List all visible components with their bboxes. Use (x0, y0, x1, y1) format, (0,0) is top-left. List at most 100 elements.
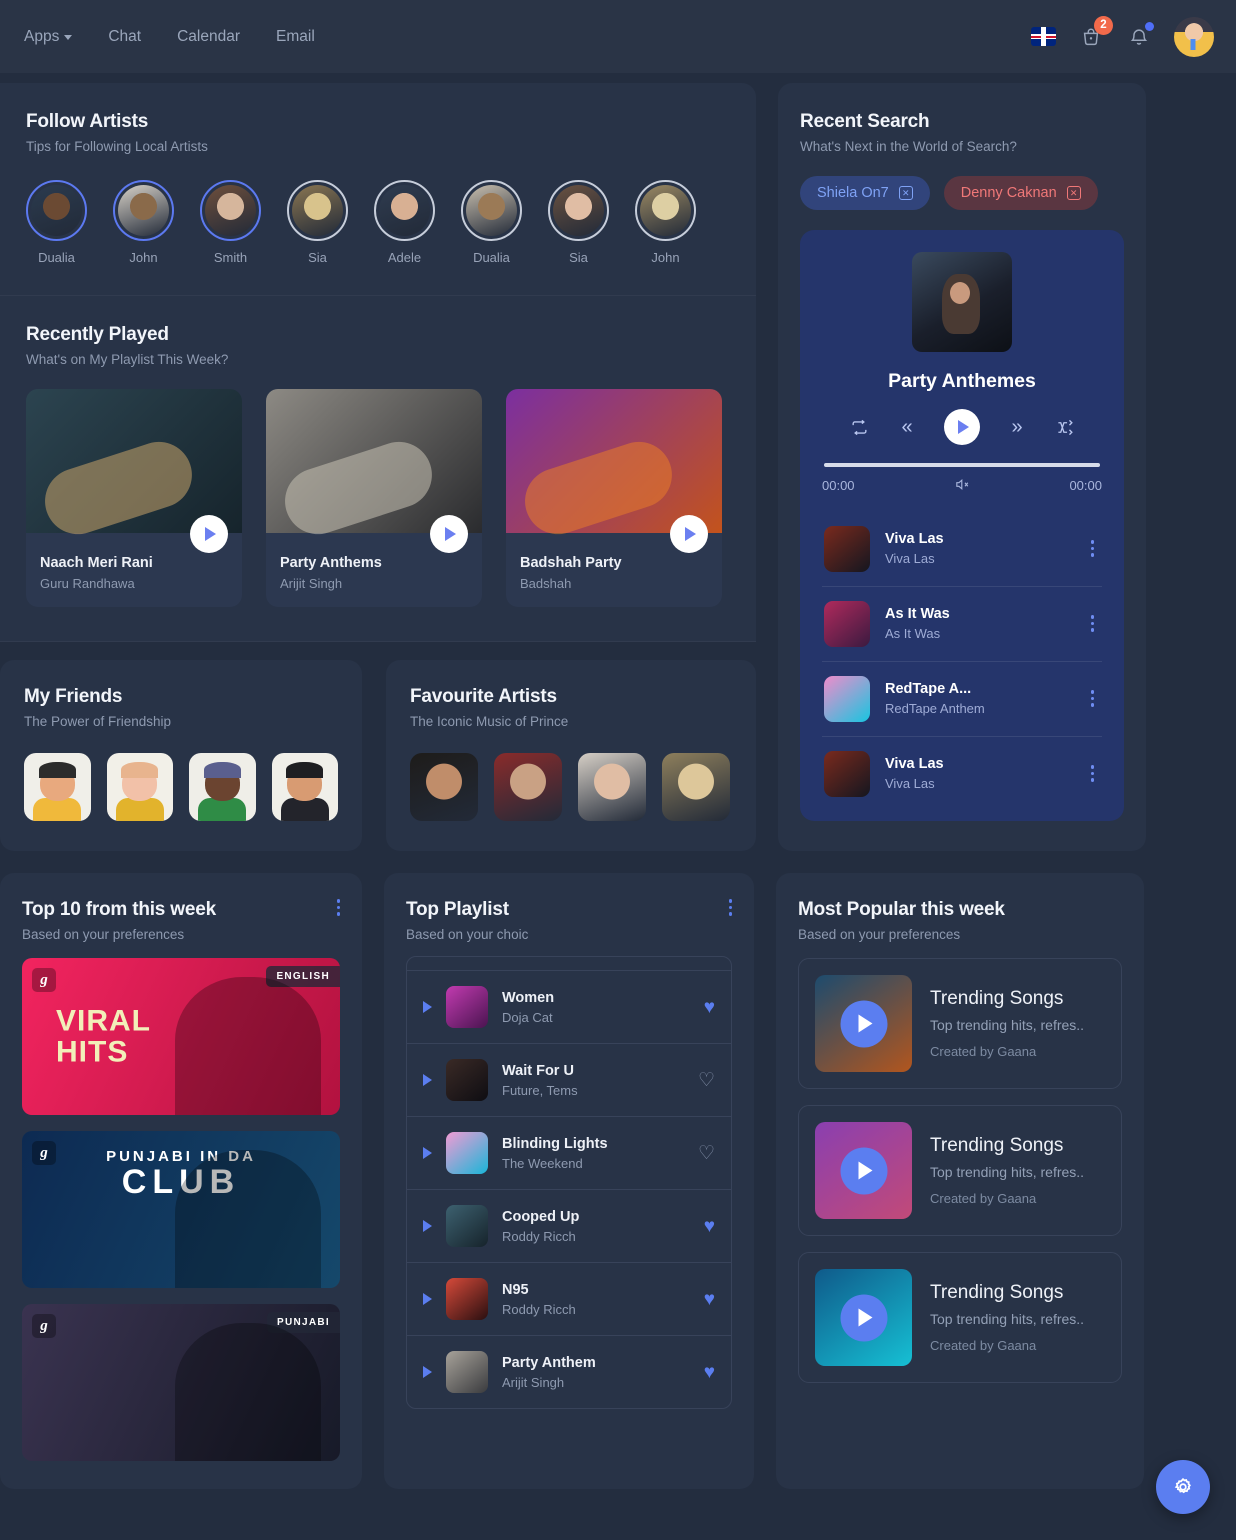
playlist-title: Trending Songs (930, 988, 1064, 1009)
heart-icon[interactable]: ♡ (698, 1071, 715, 1090)
player-track-row[interactable]: Viva Las Viva Las (822, 737, 1102, 811)
next-button[interactable]: » (1006, 416, 1028, 438)
play-icon[interactable] (840, 1147, 887, 1194)
player-times: 00:00 00:00 (822, 476, 1102, 496)
follow-artist-name: Sia (308, 250, 327, 265)
follow-artist-7[interactable]: John (635, 180, 696, 265)
most-popular-item[interactable]: Trending Songs Top trending hits, refres… (798, 958, 1122, 1089)
follow-artist-0[interactable]: Dualia (26, 180, 87, 265)
player-track-row[interactable]: As It Was As It Was (822, 587, 1102, 662)
uk-flag-icon[interactable] (1031, 27, 1056, 46)
top-playlist-row[interactable]: Blinding Lights The Weekend ♡ (407, 1117, 731, 1190)
track-artwork (446, 1278, 488, 1320)
recently-played-card-1[interactable]: Party Anthems Arijit Singh (266, 389, 482, 607)
heart-icon[interactable]: ♥ (704, 998, 715, 1017)
track-artist: Roddy Ricch (502, 1301, 576, 1317)
player-progress-bar[interactable] (824, 463, 1100, 467)
nav-item-calendar-label: Calendar (177, 27, 240, 45)
more-options-icon[interactable] (1090, 765, 1101, 782)
top-playlist-track-list: Women Doja Cat ♥ Wait For U Future, Tems… (406, 956, 732, 1409)
close-icon[interactable]: ✕ (898, 186, 913, 200)
more-options-icon[interactable] (1090, 615, 1101, 632)
repeat-button[interactable] (848, 416, 870, 438)
viral-hits-banner[interactable]: g ENGLISH VIRAL HITS (22, 958, 340, 1115)
user-avatar[interactable] (1174, 16, 1214, 57)
recent-search-chip-1[interactable]: Denny Caknan ✕ (943, 176, 1098, 210)
playlist-artwork (815, 975, 912, 1072)
heart-icon[interactable]: ♥ (704, 1217, 715, 1236)
player-track-row[interactable]: RedTape A... RedTape Anthem (822, 662, 1102, 737)
play-icon[interactable] (423, 1001, 432, 1013)
album-artwork (26, 389, 242, 553)
shuffle-button[interactable] (1054, 416, 1076, 438)
fav-artist-1[interactable] (410, 753, 478, 821)
fav-artist-4[interactable] (662, 753, 730, 821)
play-icon[interactable] (423, 1147, 432, 1159)
play-icon[interactable] (430, 515, 468, 553)
nav-item-chat[interactable]: Chat (90, 20, 159, 54)
follow-artist-1[interactable]: John (113, 180, 174, 265)
track-title: N95 (502, 1281, 529, 1298)
playlist-description: Top trending hits, refres.. (930, 1164, 1085, 1180)
follow-artist-5[interactable]: Dualia (461, 180, 522, 265)
play-icon[interactable] (423, 1366, 432, 1378)
play-icon[interactable] (423, 1074, 432, 1086)
top-playlist-row[interactable]: Party Anthem Arijit Singh ♥ (407, 1336, 731, 1408)
music-dashboard: Apps Chat Calendar Email 2 Follow Artist… (0, 0, 1236, 1540)
recently-played-card-0[interactable]: Naach Meri Rani Guru Randhawa (26, 389, 242, 607)
nav-item-email[interactable]: Email (258, 20, 333, 54)
my-friends-title: My Friends (24, 686, 123, 707)
follow-artist-6[interactable]: Sia (548, 180, 609, 265)
top-playlist-row[interactable]: Wait For U Future, Tems ♡ (407, 1044, 731, 1117)
follow-artist-name: Sia (569, 250, 588, 265)
heart-icon[interactable]: ♡ (698, 1144, 715, 1163)
friend-avatar-3[interactable] (189, 753, 256, 821)
play-icon[interactable] (840, 1000, 887, 1047)
more-options-icon[interactable] (1090, 540, 1101, 557)
notification-bell-icon[interactable] (1126, 21, 1154, 50)
top-playlist-row[interactable]: N95 Roddy Ricch ♥ (407, 1263, 731, 1336)
friend-avatar-1[interactable] (24, 753, 91, 821)
play-icon[interactable] (423, 1220, 432, 1232)
heart-icon[interactable]: ♥ (704, 1363, 715, 1382)
punjabi-banner[interactable]: g PUNJABI (22, 1304, 340, 1461)
punjabi-in-da-club-banner[interactable]: g PUNJABI IN DA CLUB (22, 1131, 340, 1288)
player-track-row[interactable]: Viva Las Viva Las (822, 512, 1102, 587)
volume-muted-icon[interactable] (954, 476, 971, 496)
follow-artist-4[interactable]: Adele (374, 180, 435, 265)
shopping-basket-icon[interactable]: 2 (1078, 15, 1113, 50)
playlist-artwork (815, 1269, 912, 1366)
settings-fab-button[interactable] (1156, 1460, 1210, 1514)
close-icon[interactable]: ✕ (1066, 186, 1081, 200)
heart-icon[interactable]: ♥ (704, 1290, 715, 1309)
fav-artist-2[interactable] (494, 753, 562, 821)
play-icon[interactable] (423, 1293, 432, 1305)
play-icon[interactable] (190, 515, 228, 553)
recently-played-card-2[interactable]: Badshah Party Badshah (506, 389, 722, 607)
play-icon[interactable] (670, 515, 708, 553)
track-title: Women (502, 989, 555, 1006)
previous-button[interactable]: « (896, 416, 918, 438)
most-popular-item[interactable]: Trending Songs Top trending hits, refres… (798, 1105, 1122, 1236)
top-playlist-row[interactable]: Cooped Up Roddy Ricch ♥ (407, 1190, 731, 1263)
play-icon[interactable] (840, 1294, 887, 1341)
most-popular-item[interactable]: Trending Songs Top trending hits, refres… (798, 1252, 1122, 1383)
follow-artist-avatar (374, 180, 435, 241)
top-playlist-row-partial[interactable] (407, 957, 731, 971)
more-options-icon[interactable] (336, 899, 340, 916)
top-playlist-row[interactable]: Women Doja Cat ♥ (407, 971, 731, 1044)
favourite-artists-card: Favourite Artists The Iconic Music of Pr… (386, 660, 756, 851)
more-options-icon[interactable] (728, 899, 732, 916)
nav-item-calendar[interactable]: Calendar (159, 20, 258, 54)
follow-artist-3[interactable]: Sia (287, 180, 348, 265)
top10-title: Top 10 from this week (22, 899, 216, 920)
fav-artist-3[interactable] (578, 753, 646, 821)
nav-item-apps[interactable]: Apps (6, 20, 90, 54)
follow-artist-avatar (287, 180, 348, 241)
friend-avatar-4[interactable] (271, 753, 338, 821)
more-options-icon[interactable] (1090, 690, 1101, 707)
play-button[interactable] (944, 409, 980, 445)
follow-artist-2[interactable]: Smith (200, 180, 261, 265)
recent-search-chip-0[interactable]: Shiela On7 ✕ (800, 176, 930, 210)
friend-avatar-2[interactable] (106, 753, 173, 821)
